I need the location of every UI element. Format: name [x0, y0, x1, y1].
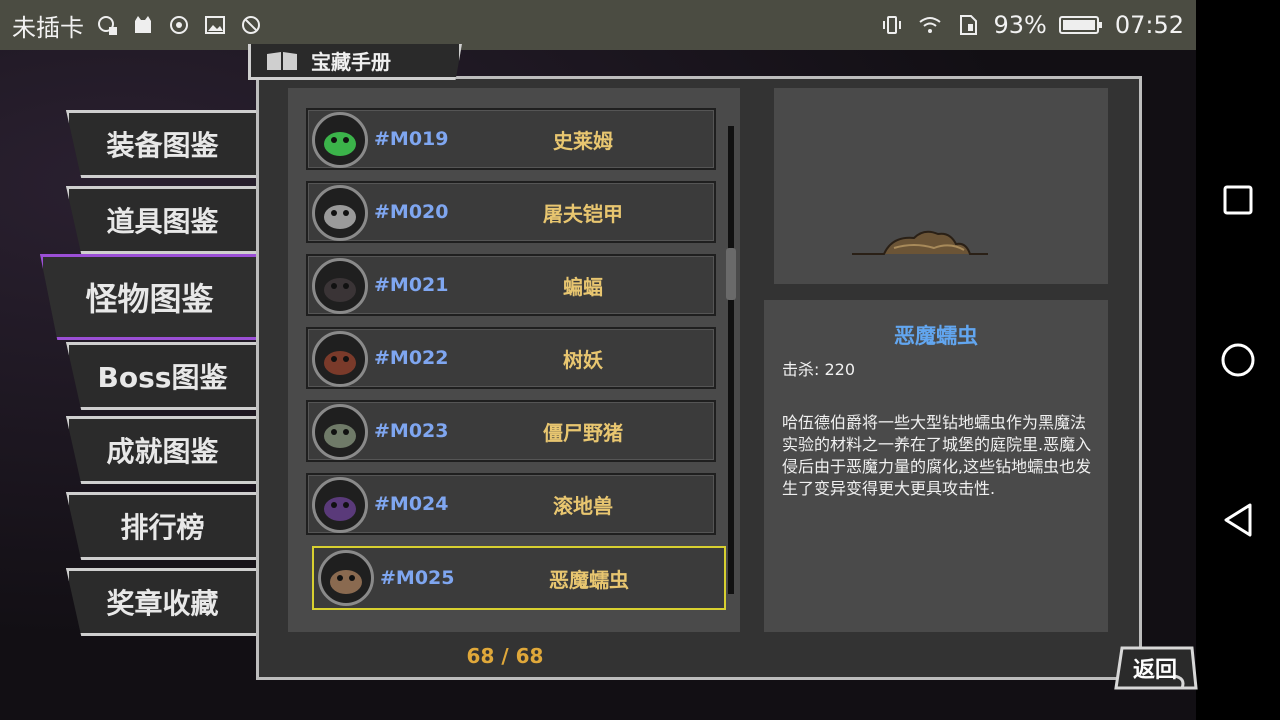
status-bar: 未插卡 93% 07:52: [0, 0, 1196, 50]
monster-id: #M022: [374, 347, 449, 369]
tab-3[interactable]: Boss图鉴: [66, 342, 256, 410]
status-left: 未插卡: [12, 0, 264, 50]
monster-id: #M023: [374, 420, 449, 442]
carrier-label: 未插卡: [12, 13, 84, 42]
armor-icon: [312, 185, 368, 241]
monster-row[interactable]: #M023 僵尸野猪: [306, 400, 716, 462]
navigation-bar: [1196, 0, 1280, 720]
detail-name: 恶魔蠕虫: [894, 324, 978, 348]
monster-name: 滚地兽: [553, 493, 613, 518]
monster-id: #M024: [374, 493, 449, 515]
tab-6[interactable]: 奖章收藏: [66, 568, 256, 636]
tab-label: 怪物图鉴: [85, 280, 214, 318]
camera-ring-icon: [166, 12, 192, 38]
wifi-icon: [917, 12, 943, 38]
back-label: 返回: [1132, 658, 1177, 683]
tab-1[interactable]: 道具图鉴: [66, 186, 256, 254]
monster-name: 屠夫铠甲: [543, 201, 623, 226]
monster-detail: 恶魔蠕虫 击杀: 220 哈伍德伯爵将一些大型钻地蠕虫作为黑魔法实验的材料之一养…: [764, 300, 1108, 632]
book-icon: [267, 51, 297, 70]
monster-row[interactable]: #M025 恶魔蠕虫: [312, 546, 726, 610]
monster-name: 恶魔蠕虫: [549, 567, 629, 592]
detail-description: 哈伍德伯爵将一些大型钻地蠕虫作为黑魔法实验的材料之一养在了城堡的庭院里.恶魔入侵…: [782, 413, 1092, 498]
tab-4[interactable]: 成就图鉴: [66, 416, 256, 484]
monster-row[interactable]: #M019 史莱姆: [306, 108, 716, 170]
vibrate-icon: [879, 12, 905, 38]
sim-bubble-icon: [94, 12, 120, 38]
scrollbar-track[interactable]: [728, 126, 734, 594]
tab-label: Boss图鉴: [97, 361, 228, 394]
scrollbar-thumb[interactable]: [726, 248, 736, 300]
tab-label: 装备图鉴: [106, 129, 219, 162]
sim-card-icon: [955, 12, 981, 38]
battery-percent: 93%: [993, 11, 1047, 39]
home-icon[interactable]: [1216, 338, 1260, 382]
tab-label: 奖章收藏: [106, 587, 219, 620]
slime-icon: [312, 112, 368, 168]
monster-id: #M020: [374, 201, 449, 223]
monster-row[interactable]: #M020 屠夫铠甲: [306, 181, 716, 243]
monster-name: 僵尸野猪: [543, 420, 623, 445]
monster-preview: [774, 88, 1108, 284]
back-triangle-icon[interactable]: [1216, 498, 1260, 542]
battery-icon: [1058, 12, 1103, 38]
monster-row[interactable]: #M024 滚地兽: [306, 473, 716, 535]
recent-apps-icon[interactable]: [1216, 178, 1260, 222]
tab-label: 成就图鉴: [106, 435, 219, 468]
no-circle-icon: [238, 12, 264, 38]
monster-id: #M021: [374, 274, 449, 296]
title-label: 宝藏手册: [311, 50, 391, 74]
zombie-boar-icon: [312, 404, 368, 460]
image-icon: [202, 12, 228, 38]
tab-0[interactable]: 装备图鉴: [66, 110, 256, 178]
page-counter: 68 / 68: [466, 644, 544, 668]
monster-row[interactable]: #M022 树妖: [306, 327, 716, 389]
monster-name: 史莱姆: [553, 128, 613, 153]
treant-icon: [312, 331, 368, 387]
tab-5[interactable]: 排行榜: [66, 492, 256, 560]
bat-icon: [312, 258, 368, 314]
detail-kills: 击杀: 220: [782, 360, 856, 379]
monster-name: 树妖: [563, 347, 603, 372]
tab-label: 排行榜: [120, 511, 205, 544]
monster-row[interactable]: #M021 蝙蝠: [306, 254, 716, 316]
back-button[interactable]: 返回: [1112, 644, 1198, 692]
tab-2[interactable]: 怪物图鉴: [40, 254, 256, 340]
monster-id: #M019: [374, 128, 449, 150]
monster-id: #M025: [380, 567, 455, 589]
worm-mound-icon: [852, 230, 988, 255]
worm-icon: [318, 550, 374, 606]
treasure-book-title: 宝藏手册: [248, 44, 462, 80]
status-right: 93% 07:52: [879, 0, 1184, 50]
monster-name: 蝙蝠: [563, 274, 603, 299]
roller-beast-icon: [312, 477, 368, 533]
tab-label: 道具图鉴: [106, 205, 219, 238]
clock: 07:52: [1114, 11, 1184, 39]
cat-app-icon: [130, 12, 156, 38]
